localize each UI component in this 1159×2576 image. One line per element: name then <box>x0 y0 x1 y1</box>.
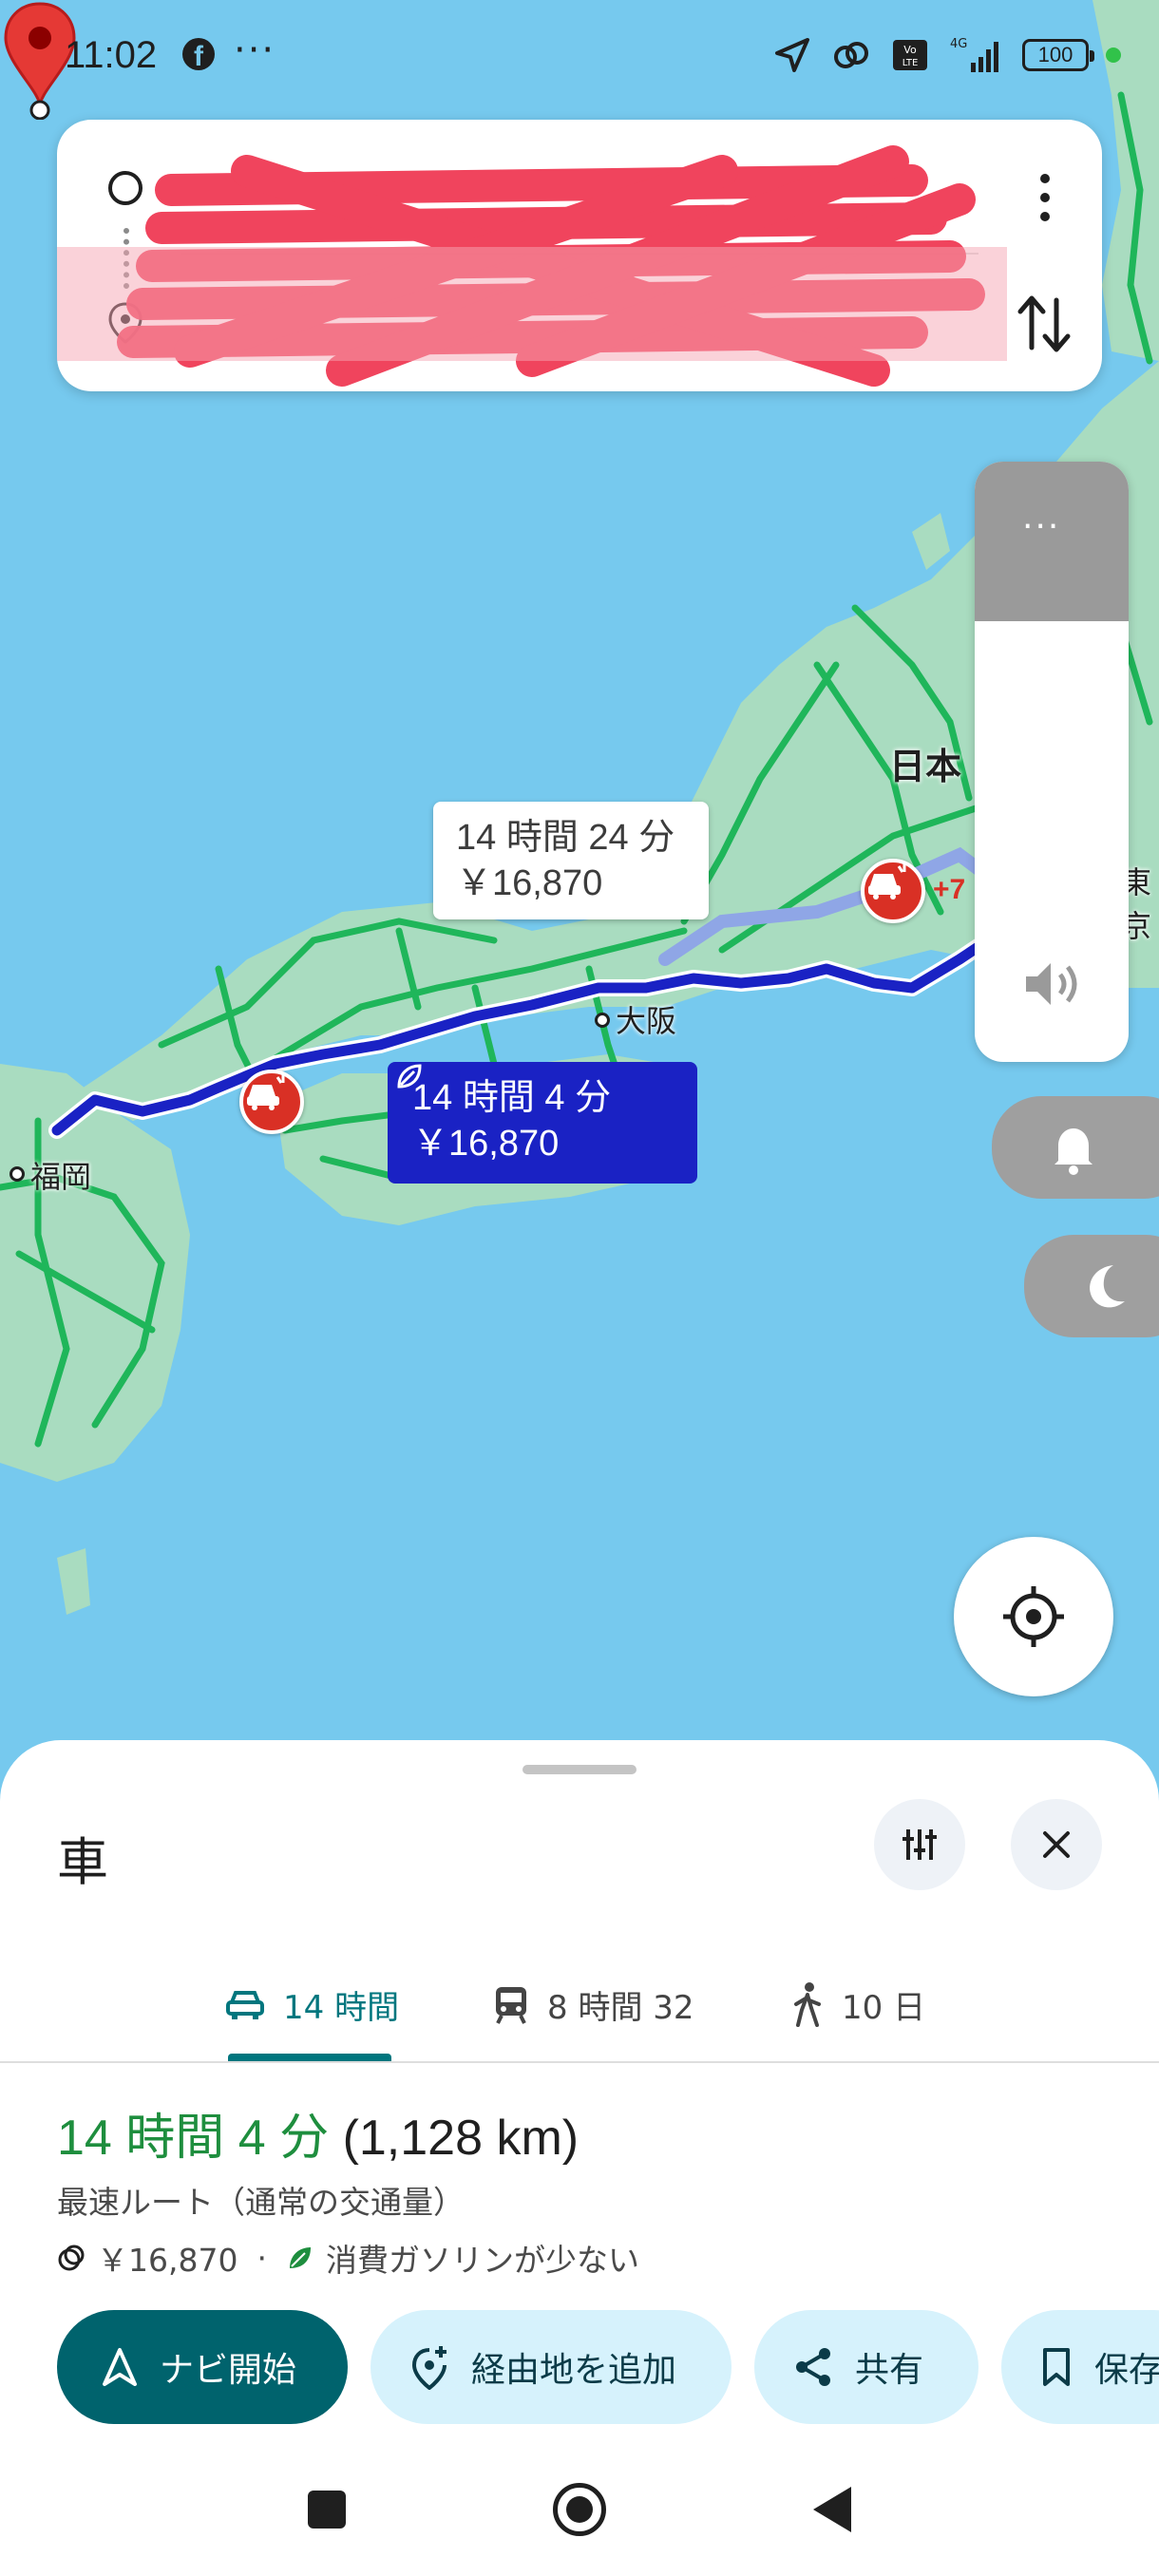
travel-mode-tabs: 14 時間 8 時間 32 10 日 <box>0 1928 1159 2061</box>
tab-walk[interactable]: 10 日 <box>790 1966 925 2042</box>
battery-icon: 100 <box>1022 39 1094 71</box>
ring-mode-button[interactable] <box>992 1096 1159 1199</box>
status-bar: 11:02 f ··· Vo LTE 4G 100 <box>0 0 1159 114</box>
close-icon <box>1043 1831 1070 1858</box>
alt-route-price: ￥16,870 <box>456 863 603 903</box>
link-icon <box>834 42 868 68</box>
route-dots-divider <box>124 228 129 289</box>
svg-text:LTE: LTE <box>902 58 919 68</box>
crosshair-icon <box>1003 1586 1064 1647</box>
alt-route-time: 14 時間 24 分 <box>456 818 675 858</box>
tab-car-label: 14 時間 <box>283 1988 400 2027</box>
bell-icon <box>1054 1128 1092 1175</box>
route-summary[interactable]: 14 時間 4 分 (1,128 km) <box>57 2097 579 2169</box>
signal-4g-icon: 4G <box>950 37 998 72</box>
start-navigation-label: ナビ開始 <box>160 2351 297 2390</box>
back-button[interactable] <box>813 2487 851 2532</box>
route-actions: ナビ開始 経由地を追加 共有 保存 <box>57 2310 1159 2424</box>
add-stop-label: 経由地を追加 <box>471 2351 677 2390</box>
route-distance: (1,128 km) <box>342 2111 580 2166</box>
country-label-japan: 日本 <box>889 746 962 787</box>
bookmark-icon <box>1043 2348 1070 2386</box>
route-eco-label: 消費ガソリンが少ない <box>325 2242 639 2279</box>
city-dot-fukuoka <box>10 1166 25 1182</box>
selected-tab-indicator <box>228 2054 391 2061</box>
eco-leaf-icon <box>397 1064 422 1089</box>
destination-input[interactable] <box>180 296 960 350</box>
moon-icon <box>1090 1265 1125 1308</box>
car-icon <box>226 1991 264 2019</box>
route-duration: 14 時間 4 分 <box>57 2111 330 2166</box>
walk-icon <box>794 1982 821 2027</box>
field-divider <box>180 253 978 255</box>
save-button[interactable]: 保存 <box>1001 2310 1159 2424</box>
sliders-icon <box>902 1829 937 1860</box>
system-navigation-bar <box>0 2460 1159 2576</box>
city-dot-osaka <box>595 1013 610 1028</box>
route-description: 最速ルート（通常の交通量） <box>57 2184 465 2221</box>
share-button[interactable]: 共有 <box>754 2310 978 2424</box>
start-navigation-button[interactable]: ナビ開始 <box>57 2310 348 2424</box>
home-button[interactable] <box>553 2483 606 2536</box>
tab-car[interactable]: 14 時間 <box>224 1966 399 2042</box>
privacy-indicator-dot <box>1106 47 1121 63</box>
incident-count-badge[interactable]: +7 <box>933 874 965 906</box>
tab-walk-label: 10 日 <box>842 1988 926 2027</box>
route-meta: ￥16,870 · 消費ガソリンが少ない <box>57 2234 639 2282</box>
travel-mode-title: 車 <box>57 1832 108 1892</box>
add-stop-button[interactable]: 経由地を追加 <box>370 2310 732 2424</box>
traffic-incident-icon[interactable] <box>239 1070 304 1134</box>
svg-text:4G: 4G <box>950 37 967 51</box>
sheet-drag-handle[interactable] <box>522 1765 636 1774</box>
main-route-price: ￥16,870 <box>412 1124 560 1164</box>
svg-text:Vo: Vo <box>903 44 917 56</box>
city-label-osaka[interactable]: 大阪 <box>616 997 676 1041</box>
recent-apps-button[interactable] <box>308 2491 346 2529</box>
status-time: 11:02 <box>65 34 158 76</box>
main-route-callout[interactable]: 14 時間 4 分 ￥16,870 <box>388 1062 697 1184</box>
facebook-icon: f <box>182 38 215 72</box>
notification-more-icon: ··· <box>234 28 276 72</box>
origin-input[interactable] <box>180 163 960 217</box>
do-not-disturb-button[interactable] <box>1024 1235 1159 1337</box>
alt-route-callout[interactable]: 14 時間 24 分 ￥16,870 <box>433 802 709 919</box>
tab-transit[interactable]: 8 時間 32 <box>492 1966 694 2042</box>
eco-leaf-icon <box>289 2247 311 2268</box>
volume-slider-panel[interactable]: ··· <box>975 462 1129 1062</box>
route-options-button[interactable] <box>874 1799 965 1890</box>
save-label: 保存 <box>1094 2351 1159 2390</box>
tab-transit-label: 8 時間 32 <box>547 1988 694 2027</box>
meta-separator: · <box>256 2239 267 2277</box>
traffic-incident-icon[interactable] <box>861 859 925 923</box>
navigation-arrow-icon <box>103 2348 137 2386</box>
toll-icon <box>58 2245 85 2271</box>
add-pin-icon <box>411 2346 446 2390</box>
volume-menu-icon[interactable]: ··· <box>1022 507 1060 546</box>
city-label-fukuoka[interactable]: 福岡 <box>30 1153 91 1197</box>
tabs-divider <box>0 2061 1159 2063</box>
volume-panel-header: ··· <box>975 462 1129 621</box>
train-icon <box>496 1987 526 2024</box>
speaker-icon[interactable] <box>1020 956 1083 1013</box>
main-route-time: 14 時間 4 分 <box>412 1078 612 1118</box>
swap-route-icon[interactable] <box>1013 287 1075 363</box>
origin-circle-icon <box>108 171 142 205</box>
location-arrow-icon <box>775 38 809 72</box>
destination-pin-icon <box>108 302 142 344</box>
directions-search-card <box>57 120 1102 391</box>
share-icon <box>796 2348 830 2386</box>
volte-icon: Vo LTE <box>893 40 927 70</box>
share-label: 共有 <box>855 2351 924 2390</box>
close-button[interactable] <box>1011 1799 1102 1890</box>
route-toll: ￥16,870 <box>97 2242 238 2279</box>
more-options-icon[interactable] <box>1018 161 1072 234</box>
my-location-button[interactable] <box>954 1537 1113 1696</box>
